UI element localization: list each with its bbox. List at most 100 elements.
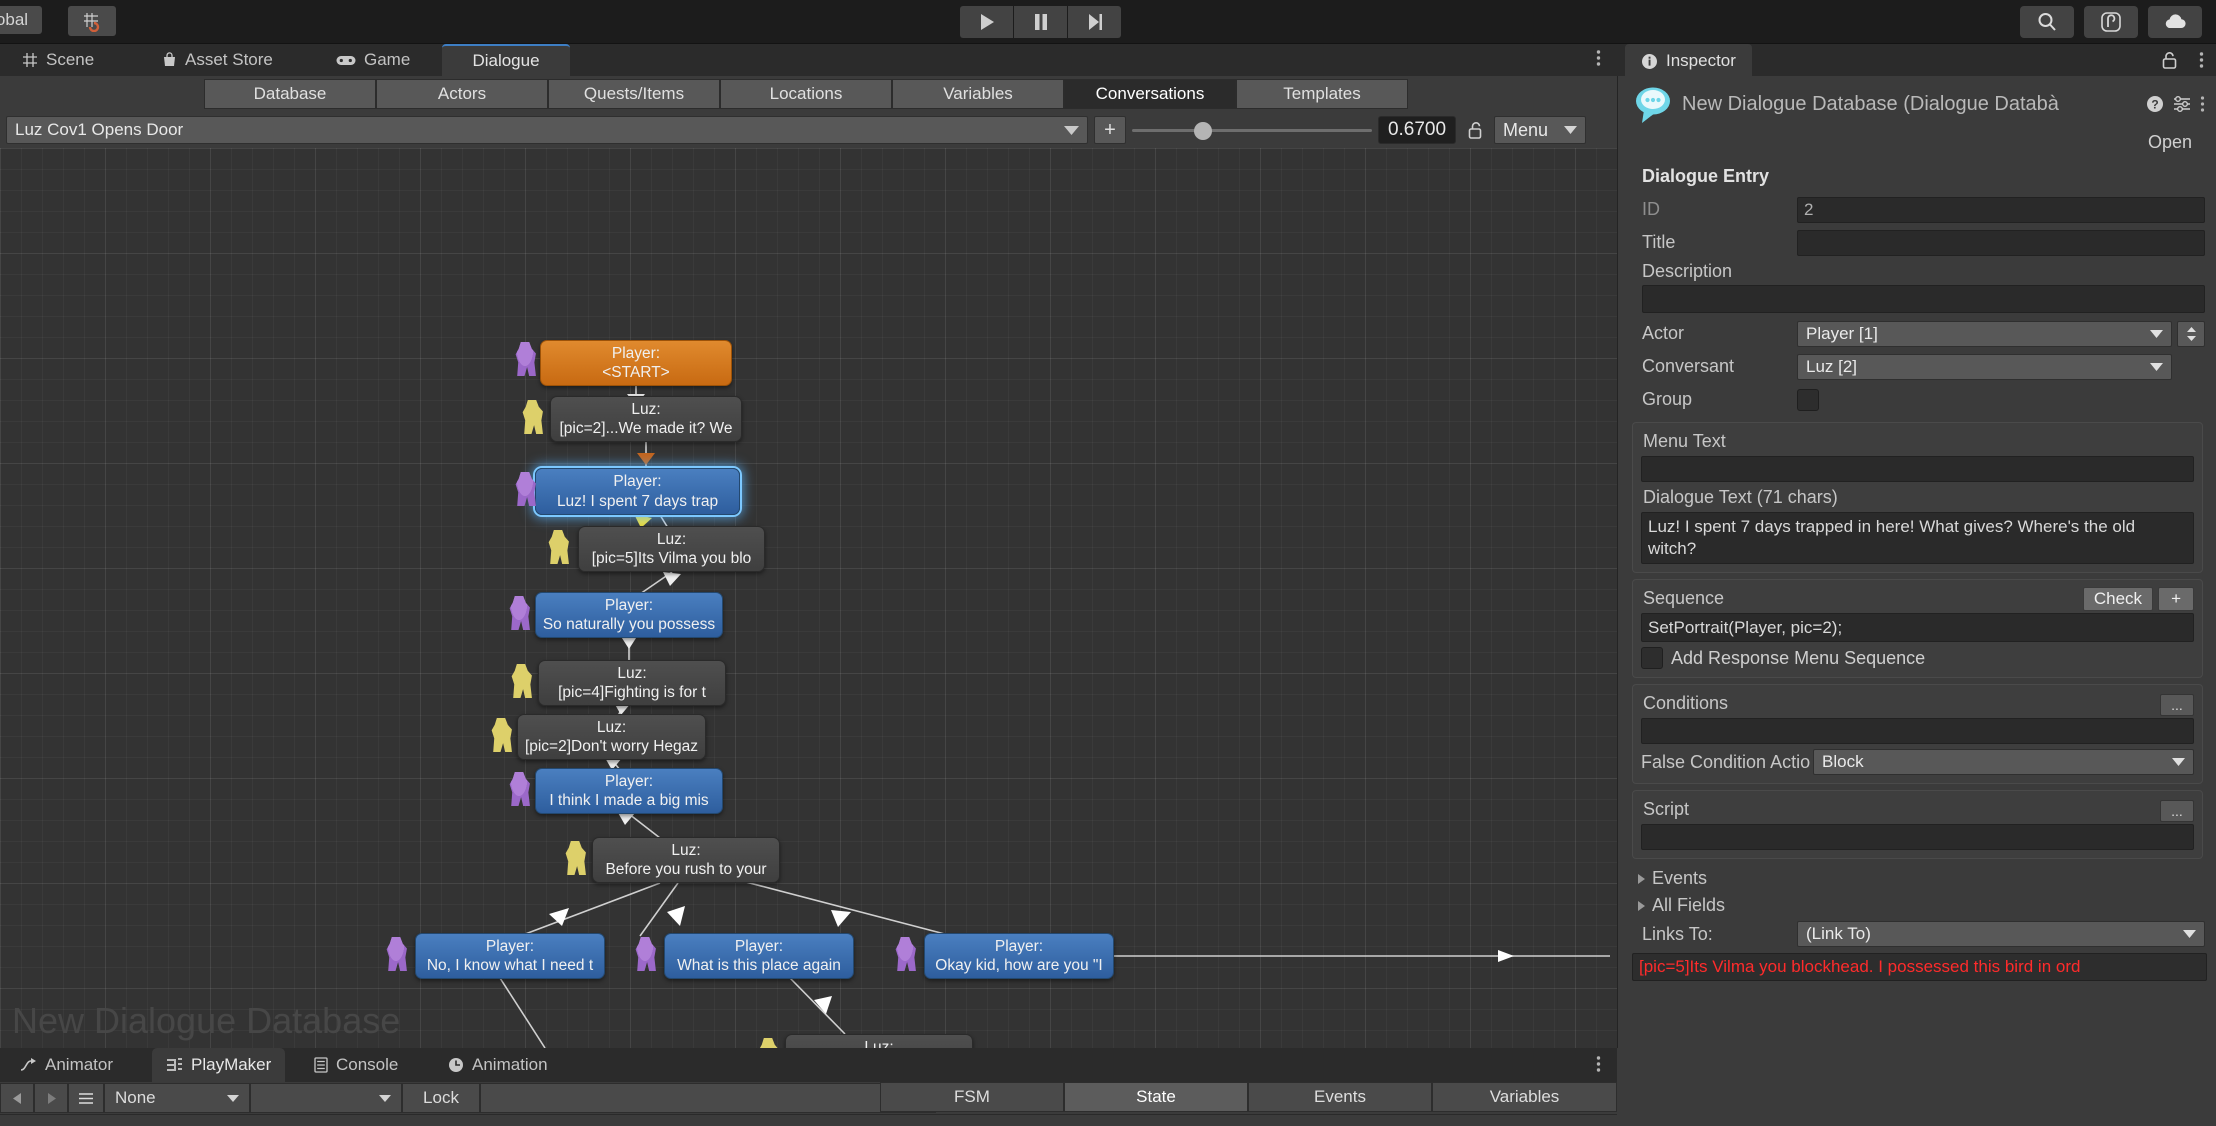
btab-playmaker[interactable]: PlayMaker (152, 1048, 286, 1082)
dialogue-text-input[interactable]: Luz! I spent 7 days trapped in here! Wha… (1641, 512, 2194, 564)
cloud-button[interactable] (2148, 6, 2202, 38)
fsm-name-field[interactable] (480, 1083, 892, 1113)
zoom-slider-handle[interactable] (1194, 122, 1212, 140)
dialogue-node-12[interactable]: Luz: This place is where the (785, 1034, 973, 1048)
sequence-add-button[interactable]: + (2158, 587, 2194, 611)
description-input[interactable] (1642, 285, 2205, 313)
fsmtab-fsm[interactable]: FSM (880, 1082, 1064, 1112)
group-checkbox[interactable] (1797, 388, 1819, 411)
conversation-dropdown[interactable]: Luz Cov1 Opens Door (6, 116, 1088, 144)
tab-inspector[interactable]: Inspector (1625, 44, 1752, 76)
chevron-down-icon (2183, 930, 2196, 939)
dialogue-node-2-selected[interactable]: Player: Luz! I spent 7 days trap (535, 468, 740, 515)
links-to-label: Links To: (1642, 923, 1713, 944)
dialogue-node-4[interactable]: Player: So naturally you possess (535, 592, 723, 638)
false-condition-dropdown[interactable]: Block (1813, 749, 2194, 776)
step-button[interactable] (1068, 6, 1121, 38)
fsmtab-state[interactable]: State (1064, 1082, 1248, 1112)
dialogue-node-start[interactable]: Player: <START> (540, 340, 732, 386)
node-actor-label: Player: (613, 473, 662, 491)
playback-controls (960, 6, 1121, 38)
title-input[interactable] (1797, 229, 2205, 256)
dialogue-node-9[interactable]: Player: No, I know what I need t (415, 933, 605, 979)
fsmtab-events[interactable]: Events (1248, 1082, 1432, 1112)
dbtab-quests-items[interactable]: Quests/Items (548, 79, 720, 109)
add-response-menu-checkbox[interactable] (1641, 647, 1663, 670)
dbtab-templates[interactable]: Templates (1236, 79, 1408, 109)
dbtab-database[interactable]: Database (204, 79, 376, 109)
btab-console[interactable]: Console (300, 1048, 412, 1082)
editor-panel-menu-button[interactable] (1596, 48, 1601, 74)
database-tabstrip: Database Actors Quests/Items Locations V… (0, 76, 1617, 112)
conditions-more-button[interactable]: ... (2160, 693, 2194, 716)
package-manager-button[interactable] (2084, 6, 2138, 38)
links-to-dropdown[interactable]: (Link To) (1797, 921, 2205, 948)
conversation-node-canvas[interactable]: Player: <START> Luz: [pic=2]...We made i… (0, 148, 1617, 1048)
dbtab-variables[interactable]: Variables (892, 79, 1064, 109)
menu-text-input[interactable] (1641, 456, 2194, 482)
actor-dropdown[interactable]: Player [1] (1797, 320, 2172, 347)
dialogue-node-10[interactable]: Player: What is this place again (664, 933, 854, 979)
add-conversation-button[interactable]: + (1094, 116, 1126, 144)
sequence-value: SetPortrait(Player, pic=2); (1648, 617, 1843, 637)
node-text-label: So naturally you possess (542, 616, 716, 633)
script-input[interactable] (1641, 824, 2194, 851)
dialogue-node-1[interactable]: Luz: [pic=2]...We made it? We (550, 396, 742, 442)
tab-dialogue[interactable]: Dialogue (442, 44, 570, 76)
preset-icon[interactable] (2173, 95, 2191, 113)
dbtab-locations[interactable]: Locations (720, 79, 892, 109)
script-more-button[interactable]: ... (2160, 799, 2194, 822)
canvas-menu-button[interactable]: Menu (1494, 116, 1586, 144)
id-field: 2 (1797, 196, 2205, 223)
btab-animator[interactable]: Animator (6, 1048, 127, 1082)
dialogue-node-6[interactable]: Luz: [pic=2]Don't worry Hegaz (517, 714, 706, 760)
dialogue-node-11[interactable]: Player: Okay kid, how are you "I (924, 933, 1114, 979)
tab-asset-store[interactable]: Asset Store (148, 44, 287, 76)
play-button[interactable] (960, 6, 1013, 38)
open-button[interactable]: Open (2131, 128, 2208, 156)
history-prev-button[interactable] (0, 1083, 34, 1113)
toolbar-right-buttons (2020, 6, 2202, 38)
tab-game[interactable]: Game (322, 44, 424, 76)
search-button[interactable] (2020, 6, 2074, 38)
btab-animation[interactable]: Animation (434, 1048, 562, 1082)
canvas-lock-button[interactable] (1462, 121, 1488, 140)
snap-settings-button[interactable] (68, 6, 116, 36)
help-icon[interactable]: ? (2146, 95, 2164, 113)
inspector-menu-button[interactable] (2199, 50, 2204, 75)
fsm-secondary-dropdown[interactable] (250, 1083, 402, 1113)
pause-button[interactable] (1014, 6, 1067, 38)
inspector-lock-button[interactable] (2161, 51, 2178, 75)
dbtab-conversations[interactable]: Conversations (1064, 79, 1236, 109)
pivot-global-button[interactable]: obal (0, 6, 42, 34)
lock-toggle-button[interactable]: Lock (402, 1083, 480, 1113)
sequence-check-button[interactable]: Check (2082, 587, 2154, 611)
dialogue-node-7[interactable]: Player: I think I made a big mis (535, 768, 723, 814)
dbtab-actors[interactable]: Actors (376, 79, 548, 109)
bottom-panel-menu-button[interactable] (1596, 1054, 1601, 1079)
dialogue-node-3[interactable]: Luz: [pic=5]Its Vilma you blo (578, 526, 765, 572)
conversant-dropdown[interactable]: Luz [2] (1797, 353, 2172, 380)
dialogue-node-5[interactable]: Luz: [pic=4]Fighting is for t (538, 660, 726, 706)
fsm-list-button[interactable] (68, 1083, 104, 1113)
playmaker-icon (167, 1058, 182, 1071)
chevron-down-icon (2172, 758, 2185, 767)
all-fields-foldout[interactable]: All Fields (1618, 892, 2216, 919)
conditions-input[interactable] (1641, 718, 2194, 745)
id-value: 2 (1804, 199, 1814, 219)
actor-stepper[interactable] (2177, 320, 2205, 347)
tab-scene[interactable]: Scene (8, 44, 108, 76)
node-connectors (499, 386, 1610, 1048)
sequence-input[interactable]: SetPortrait(Player, pic=2); (1641, 612, 2194, 643)
chevron-down-icon (1064, 125, 1079, 135)
node-text-label: [pic=2]Don't worry Hegaz (524, 738, 699, 755)
events-foldout[interactable]: Events (1618, 865, 2216, 892)
fsm-select-dropdown[interactable]: None (104, 1083, 250, 1113)
events-label: Events (1652, 868, 1708, 889)
fsmtab-variables[interactable]: Variables (1432, 1082, 1617, 1112)
kebab-menu-icon[interactable] (2200, 95, 2205, 113)
history-next-button[interactable] (34, 1083, 68, 1113)
dialogue-node-8[interactable]: Luz: Before you rush to your (592, 837, 780, 883)
zoom-value-field[interactable]: 0.6700 (1378, 116, 1456, 144)
zoom-slider[interactable] (1132, 116, 1372, 144)
